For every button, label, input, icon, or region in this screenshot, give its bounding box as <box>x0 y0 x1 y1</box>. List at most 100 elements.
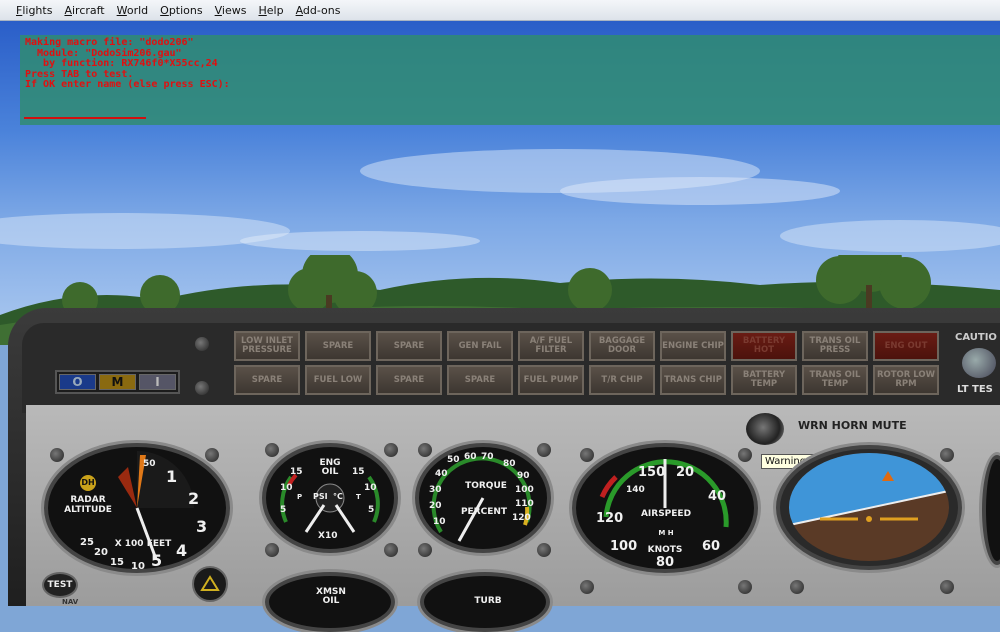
macro-line-1: Making macro file: "dodo206" <box>25 37 194 48</box>
attitude-indicator <box>776 445 962 570</box>
tick-label: 5 <box>280 505 287 515</box>
annunciator-spare: SPARE <box>447 365 513 395</box>
macro-line-3: by function: RX746f0*X55cc,24 <box>25 58 218 69</box>
xmsn-oil-title: XMSN OIL <box>316 587 346 606</box>
eng-oil-x10: X10 <box>318 531 338 541</box>
screw-icon <box>790 580 804 594</box>
annunciator-af-fuel-filter: A/F FUEL FILTER <box>518 331 584 361</box>
annunciator-battery-hot: BATTERY HOT <box>731 331 797 361</box>
eng-oil-deg: °C <box>333 492 343 501</box>
menu-aircraft[interactable]: Aircraft <box>58 4 110 17</box>
tick-label: 60 <box>702 539 721 554</box>
annunciator-fuel-pump: FUEL PUMP <box>518 365 584 395</box>
xmsn-oil-gauge: XMSN OIL <box>265 572 395 632</box>
annunciator-spare: SPARE <box>376 365 442 395</box>
radar-altimeter: DH RADAR ALTITUDE 50 1 2 3 4 5 10 15 20 … <box>44 443 230 573</box>
tick-label: 20 <box>429 501 442 511</box>
tick-label: 10 <box>280 483 293 493</box>
tick-label: 10 <box>433 517 446 527</box>
warning-horn-mute-button[interactable] <box>746 413 784 445</box>
warn-horn-mute-label: WRN HORN MUTE <box>798 419 907 432</box>
macro-line-5: If OK enter name (else press ESC): <box>25 79 230 90</box>
radar-altitude-units: X 100 FEET <box>114 539 172 549</box>
tick-label: 1 <box>166 467 178 486</box>
turbine-gauge: TURB <box>420 572 550 632</box>
screw-icon <box>940 580 954 594</box>
annunciator-gen-fail: GEN FAIL <box>447 331 513 361</box>
menu-flights[interactable]: Flights <box>10 4 58 17</box>
tick-label: 40 <box>435 469 448 479</box>
menu-bar: Flights Aircraft World Options Views Hel… <box>0 0 1000 21</box>
annunciator-battery-temp: BATTERY TEMP <box>731 365 797 395</box>
screw-icon <box>195 381 209 395</box>
tick-label: 15 <box>352 467 365 477</box>
tick-label: 5 <box>151 551 163 570</box>
tick-label: 25 <box>80 537 94 548</box>
menu-add-ons[interactable]: Add-ons <box>290 4 347 17</box>
marker-o: O <box>59 374 96 390</box>
triangle-icon <box>200 575 220 591</box>
annunciator-low-inlet-pressure: LOW INLET PRESSURE <box>234 331 300 361</box>
annunciator-tr-chip: T/R CHIP <box>589 365 655 395</box>
airspeed-mph: M H <box>658 529 674 537</box>
menu-world[interactable]: World <box>111 4 155 17</box>
tick-label: 40 <box>708 489 727 504</box>
screw-icon <box>738 580 752 594</box>
eng-oil-title: ENG OIL <box>319 458 341 477</box>
radar-altitude-title: RADAR ALTITUDE <box>64 495 112 515</box>
macro-message-panel: Making macro file: "dodo206" Module: "Do… <box>20 35 1000 125</box>
menu-help[interactable]: Help <box>252 4 289 17</box>
airspeed-subtitle: KNOTS <box>647 545 683 555</box>
eng-oil-psi: PSI <box>313 492 328 501</box>
marker-m: M <box>99 374 136 390</box>
eng-oil-t: T <box>356 493 361 501</box>
annunciator-trans-oil-temp: TRANS OIL TEMP <box>802 365 868 395</box>
marker-i: I <box>139 374 176 390</box>
tick-label: 70 <box>481 452 494 462</box>
torque-title: TORQUE <box>465 481 507 491</box>
tick-label: 80 <box>503 459 516 469</box>
torque-subtitle: PERCENT <box>460 507 508 517</box>
annunciator-trans-oil-press: TRANS OIL PRESS <box>802 331 868 361</box>
tick-label: 100 <box>515 485 534 495</box>
caution-label: CAUTIO <box>955 332 997 343</box>
tick-label: 15 <box>290 467 303 477</box>
radar-alt-test-button[interactable]: TEST <box>42 572 78 598</box>
engine-oil-gauge: ENG OIL 15 15 10 10 5 5 P T PSI °C X10 <box>262 443 398 553</box>
tick-label: 50 <box>143 459 156 469</box>
eng-oil-p: P <box>297 493 303 501</box>
annunciator-baggage-door: BAGGAGE DOOR <box>589 331 655 361</box>
annunciator-spare: SPARE <box>234 365 300 395</box>
airspeed-indicator: 150 20 40 60 80 100 120 140 AIRSPEED M H… <box>572 443 758 573</box>
marker-beacon-lights: O M I <box>55 370 180 394</box>
tick-label: 110 <box>515 499 534 509</box>
attitude-face <box>789 453 949 561</box>
annunciator-rotor-low-rpm: ROTOR LOW RPM <box>873 365 939 395</box>
annunciator-eng-out: ENG OUT <box>873 331 939 361</box>
tick-label: 60 <box>464 452 477 462</box>
screw-icon <box>195 337 209 351</box>
tick-label: 120 <box>512 513 531 523</box>
caution-light-button[interactable] <box>962 348 996 378</box>
tick-label: 120 <box>596 511 624 526</box>
menu-views[interactable]: Views <box>209 4 253 17</box>
torque-face <box>431 456 532 542</box>
menu-options[interactable]: Options <box>154 4 208 17</box>
tick-label: 80 <box>656 555 675 570</box>
tick-label: 20 <box>676 465 695 480</box>
tick-label: 10 <box>131 561 145 572</box>
dh-set-knob[interactable] <box>192 566 228 602</box>
tick-label: 5 <box>368 505 375 515</box>
tick-label: 10 <box>364 483 377 493</box>
lt-test-label: LT TES <box>957 384 993 395</box>
screw-icon <box>580 580 594 594</box>
nav-label: NAV <box>62 598 79 606</box>
turb-title: TURB <box>474 596 502 606</box>
annunciator-spare: SPARE <box>305 331 371 361</box>
macro-name-input[interactable] <box>24 117 146 119</box>
tick-label: 150 <box>638 465 666 480</box>
tick-label: 30 <box>429 485 442 495</box>
tick-label: 2 <box>188 489 200 508</box>
annunciator-trans-chip: TRANS CHIP <box>660 365 726 395</box>
dh-indicator: DH <box>80 475 96 491</box>
